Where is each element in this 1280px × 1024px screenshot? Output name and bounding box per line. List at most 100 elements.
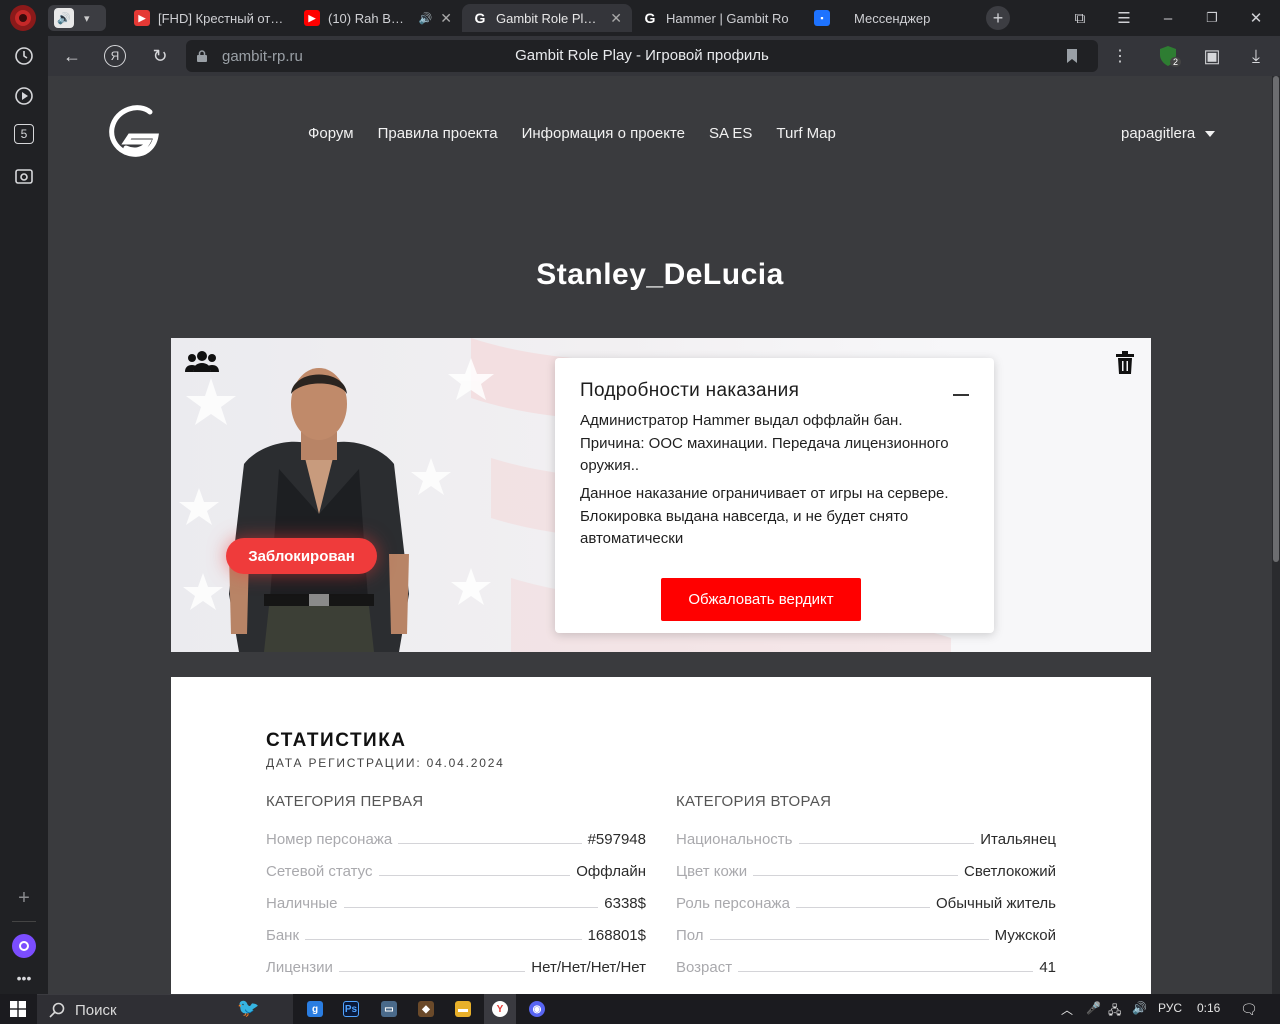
new-tab-button[interactable]: +	[986, 6, 1010, 30]
video-player-icon[interactable]	[12, 84, 36, 108]
window-minimize-button[interactable]: –	[1156, 6, 1180, 30]
stat-row-bank: Банк 168801$	[266, 927, 646, 944]
taskbar-yandex-browser-icon[interactable]: Y	[492, 1001, 508, 1017]
category-first-title: КАТЕГОРИЯ ПЕРВАЯ	[266, 793, 424, 810]
punishment-title: Подробности наказания	[580, 380, 800, 401]
punishment-notice: Данное наказание ограничивает от игры на…	[580, 485, 949, 547]
yandex-icon[interactable]: Я	[104, 45, 126, 67]
tab-godfather[interactable]: ▶ [FHD] Крестный отец	[124, 4, 294, 32]
back-button[interactable]: ←	[60, 44, 84, 68]
network-icon[interactable]: 🖧	[1108, 1001, 1121, 1022]
nav-forum[interactable]: Форум	[308, 125, 354, 142]
trash-icon[interactable]	[1115, 351, 1135, 375]
sidebar-add-button[interactable]: +	[12, 886, 36, 910]
stat-row-licenses: Лицензии Нет/Нет/Нет/Нет	[266, 959, 646, 976]
speaker-icon: 🔊	[54, 8, 74, 28]
taskbar-explorer-icon[interactable]: ▬	[455, 1001, 471, 1017]
browser-tab-strip: 🔊 ▾ ▶ [FHD] Крестный отец ▶ (10) Rah Ban…	[0, 0, 1280, 36]
sidebar-counter-icon[interactable]: 5	[14, 124, 34, 144]
nav-sa-es[interactable]: SA ES	[709, 125, 752, 142]
stat-row-nationality: Национальность Итальянец	[676, 831, 1056, 848]
notifications-icon[interactable]: 🗨	[1240, 1001, 1258, 1018]
bookmark-icon[interactable]	[1066, 48, 1078, 64]
browser-sidebar: 5 + •••	[0, 36, 48, 994]
tab-audio-icon[interactable]: 🔊	[419, 12, 433, 25]
nav-info[interactable]: Информация о проекте	[522, 125, 685, 142]
tab-gambit-profile[interactable]: G Gambit Role Play - ✕	[462, 4, 632, 32]
menu-icon[interactable]: ☰	[1112, 6, 1136, 30]
more-icon[interactable]: •••	[12, 966, 36, 990]
caret-down-icon	[1205, 130, 1216, 137]
page-scrollbar[interactable]	[1272, 76, 1280, 994]
tabs-collection-icon[interactable]: ⧉	[1068, 6, 1092, 30]
page-content: Форум Правила проекта Информация о проек…	[48, 76, 1272, 994]
nav-turf-map[interactable]: Turf Map	[776, 125, 835, 142]
punishment-details-panel: Подробности наказания Администратор Hamm…	[555, 358, 994, 633]
gambit-favicon-icon: G	[644, 10, 656, 26]
youtube-icon: ▶	[304, 10, 320, 26]
video-favicon-icon: ▶	[134, 10, 150, 26]
punishment-reason: Администратор Hammer выдал оффлайн бан. …	[580, 412, 949, 474]
appeal-verdict-button[interactable]: Обжаловать вердикт	[661, 578, 861, 621]
player-name: Stanley_DeLucia	[536, 258, 784, 291]
address-toolbar: ← Я ↻ gambit-rp.ru Gambit Role Play - Иг…	[48, 36, 1280, 76]
collections-icon[interactable]: ▣	[1200, 44, 1224, 68]
taskbar-photoshop-icon[interactable]: Ps	[343, 1001, 359, 1017]
tab-rah-band[interactable]: ▶ (10) Rah Band - 🔊 ✕	[294, 4, 462, 32]
windows-taskbar: Поиск 🐦 g Ps ▭ ◆ ▬ Y ◉ ︿ 🎤 🖧 🔊 РУС 0:16 …	[0, 994, 1280, 1024]
stat-row-age: Возраст 41	[676, 959, 1056, 976]
gambit-favicon-icon: G	[474, 10, 486, 26]
username: papagitlera	[1121, 125, 1196, 142]
window-restore-button[interactable]: ❐	[1200, 6, 1224, 30]
alice-assistant-icon[interactable]	[12, 934, 36, 958]
history-icon[interactable]	[12, 44, 36, 68]
nav-rules[interactable]: Правила проекта	[378, 125, 498, 142]
stat-row-skin-color: Цвет кожи Светлокожий	[676, 863, 1056, 880]
windows-start-icon[interactable]	[10, 1001, 26, 1017]
stat-row-gender: Пол Мужской	[676, 927, 1056, 944]
download-icon[interactable]: ⤓	[1244, 44, 1268, 68]
gambit-logo[interactable]	[106, 104, 162, 160]
tab-close-icon[interactable]: ✕	[440, 10, 452, 27]
search-icon	[49, 1002, 65, 1018]
status-badge: Заблокирован	[226, 538, 377, 574]
stat-row-cash: Наличные 6338$	[266, 895, 646, 912]
taskbar-search[interactable]: Поиск 🐦	[37, 994, 293, 1024]
character-skin-image	[229, 368, 409, 652]
language-indicator[interactable]: РУС	[1158, 1001, 1182, 1015]
search-highlight-icon: 🐦	[237, 998, 260, 1018]
taskbar-discord-icon[interactable]: ◉	[529, 1001, 545, 1017]
stat-row-character-role: Роль персонажа Обычный житель	[676, 895, 1056, 912]
microphone-icon[interactable]: 🎤	[1086, 1001, 1101, 1015]
taskbar-game-icon[interactable]: ◆	[418, 1001, 434, 1017]
window-close-button[interactable]: ✕	[1244, 6, 1268, 30]
scrollbar-thumb[interactable]	[1273, 76, 1279, 562]
tab-audio-group[interactable]: 🔊 ▾	[48, 5, 106, 31]
user-menu[interactable]: papagitlera	[1121, 125, 1216, 142]
taskbar-monitor-icon[interactable]: ▭	[381, 1001, 397, 1017]
browser-profile-icon[interactable]	[10, 5, 36, 31]
registration-date: ДАТА РЕГИСТРАЦИИ: 04.04.2024	[266, 756, 505, 770]
collapse-icon[interactable]	[953, 394, 969, 396]
tray-chevron-up-icon[interactable]: ︿	[1061, 1001, 1073, 1018]
protect-shield-icon[interactable]: 2	[1156, 44, 1182, 68]
more-options-icon[interactable]: ⋮	[1108, 44, 1132, 68]
stat-row-network-status: Сетевой статус Оффлайн	[266, 863, 646, 880]
address-bar[interactable]: gambit-rp.ru Gambit Role Play - Игровой …	[186, 40, 1098, 72]
sidebar-divider	[12, 921, 36, 922]
chevron-down-icon: ▾	[84, 12, 90, 25]
stat-row-character-number: Номер персонажа #597948	[266, 831, 646, 848]
taskbar-gambit-icon[interactable]: g	[307, 1001, 323, 1017]
statistics-title: СТАТИСТИКА	[266, 730, 407, 751]
tab-close-icon[interactable]: ✕	[610, 10, 622, 27]
clock[interactable]: 0:16	[1197, 1001, 1220, 1015]
site-navigation: Форум Правила проекта Информация о проек…	[308, 125, 836, 142]
category-second-title: КАТЕГОРИЯ ВТОРАЯ	[676, 793, 832, 810]
messenger-icon: ▪	[814, 10, 830, 26]
screenshot-icon[interactable]	[12, 164, 36, 188]
tab-messenger[interactable]: ▪ Мессенджер	[804, 4, 974, 32]
tab-hammer[interactable]: G Hammer | Gambit Ro	[632, 4, 804, 32]
statistics-card: СТАТИСТИКА ДАТА РЕГИСТРАЦИИ: 04.04.2024 …	[171, 677, 1151, 994]
reload-button[interactable]: ↻	[148, 44, 172, 68]
volume-icon[interactable]: 🔊	[1132, 1001, 1147, 1015]
